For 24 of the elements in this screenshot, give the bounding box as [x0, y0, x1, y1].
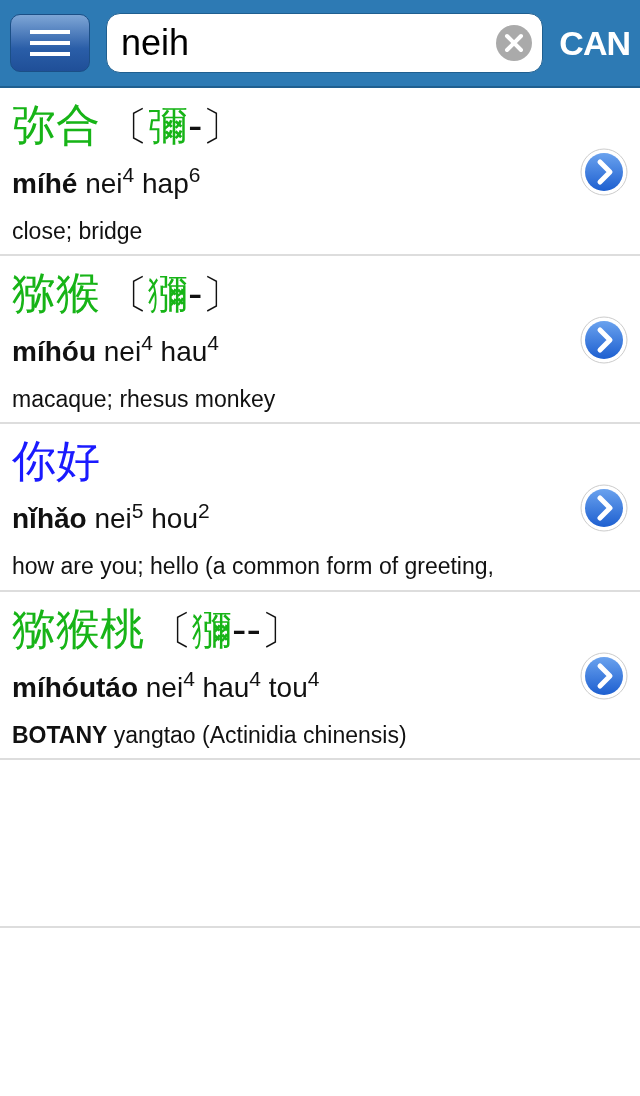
menu-icon: [30, 30, 70, 56]
headword: 你好: [12, 434, 100, 488]
definition: close; bridge: [12, 217, 143, 244]
chevron-right-icon[interactable]: [580, 316, 628, 364]
headword: 弥合: [12, 97, 100, 152]
definition: BOTANY yangtao (Actinidia chinensis): [12, 721, 407, 748]
headword: 猕猴: [12, 265, 100, 320]
definition: how are you; hello (a common form of greeting,: [12, 553, 494, 579]
pronunciation: míhóu nei$^{4}$ hau$^{4}$: [12, 335, 220, 367]
chevron-right-icon[interactable]: [580, 484, 628, 532]
menu-button[interactable]: [10, 14, 90, 72]
pronunciation: míhé nei$^{4}$ hap$^{6}$: [12, 167, 201, 199]
search-input[interactable]: neih: [119, 15, 497, 71]
chevron-right-icon[interactable]: [580, 148, 628, 196]
traditional-variant: 〔彌-〕: [108, 101, 243, 151]
language-button[interactable]: CAN: [559, 17, 630, 69]
chevron-right-icon[interactable]: [580, 652, 628, 700]
definition: macaque; rhesus monkey: [12, 385, 276, 412]
traditional-variant: 〔獼-〕: [108, 269, 243, 319]
search-field[interactable]: neih: [106, 13, 544, 73]
headword: 猕猴桃: [12, 601, 144, 656]
pronunciation: míhóutáo nei$^{4}$ hau$^{4}$ tou$^{4}$: [12, 671, 320, 703]
pronunciation: nǐhǎo nei$^{5}$ hou$^{2}$: [12, 503, 210, 534]
traditional-variant: 〔獼--〕: [152, 605, 301, 655]
